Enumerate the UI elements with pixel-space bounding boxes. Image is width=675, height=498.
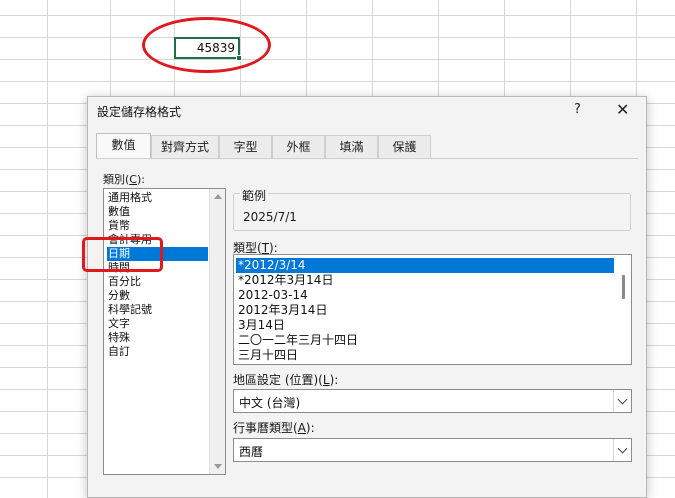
type-scrollbar[interactable] bbox=[615, 255, 631, 364]
sample-value: 2025/7/1 bbox=[243, 210, 297, 224]
scroll-down-icon[interactable] bbox=[214, 464, 222, 469]
tab-border[interactable]: 外框 bbox=[272, 135, 325, 158]
tab-font[interactable]: 字型 bbox=[219, 135, 272, 158]
chevron-down-icon bbox=[617, 394, 628, 405]
scroll-up-icon[interactable] bbox=[214, 194, 222, 199]
list-item[interactable]: 2012年3月14日 bbox=[236, 303, 614, 318]
locale-select[interactable]: 中文 (台灣) bbox=[233, 389, 632, 413]
category-scrollbar[interactable] bbox=[209, 189, 225, 474]
annotation-rectangle bbox=[82, 237, 163, 272]
list-item[interactable]: 文字 bbox=[107, 317, 208, 331]
help-button[interactable]: ? bbox=[574, 102, 581, 117]
dialog-titlebar: 設定儲存格格式 ? ✕ bbox=[88, 97, 646, 125]
locale-value: 中文 (台灣) bbox=[239, 396, 301, 410]
tab-protection[interactable]: 保護 bbox=[378, 135, 431, 158]
list-item[interactable]: 科學記號 bbox=[107, 303, 208, 317]
locale-label: 地區設定 (位置)(L): bbox=[233, 373, 339, 387]
list-item-selected[interactable]: *2012/3/14 bbox=[236, 258, 614, 273]
list-item[interactable]: 百分比 bbox=[107, 275, 208, 289]
dropdown-button[interactable] bbox=[613, 390, 631, 412]
calendar-select[interactable]: 西曆 bbox=[233, 438, 632, 462]
dialog-title: 設定儲存格格式 bbox=[97, 105, 182, 119]
list-item[interactable]: 自訂 bbox=[107, 345, 208, 359]
grid-line bbox=[0, 37, 675, 38]
category-list[interactable]: 通用格式 數值 貨幣 會計專用 日期 時間 百分比 分數 科學記號 文字 特殊 … bbox=[103, 188, 226, 475]
calendar-label: 行事曆類型(A): bbox=[233, 421, 315, 435]
category-label: 類別(C): bbox=[103, 173, 145, 186]
grid-line bbox=[0, 81, 675, 82]
dropdown-button[interactable] bbox=[613, 439, 631, 461]
close-button[interactable]: ✕ bbox=[616, 100, 629, 119]
list-item[interactable]: 貨幣 bbox=[107, 219, 208, 233]
list-item[interactable]: *2012年3月14日 bbox=[236, 273, 614, 288]
sample-label: 範例 bbox=[240, 187, 269, 204]
list-item[interactable]: 2012-03-14 bbox=[236, 288, 614, 303]
type-list[interactable]: *2012/3/14 *2012年3月14日 2012-03-14 2012年3… bbox=[233, 254, 632, 365]
list-item[interactable]: 通用格式 bbox=[107, 191, 208, 205]
chevron-down-icon bbox=[617, 443, 628, 454]
tab-panel-border bbox=[96, 158, 638, 159]
grid-line bbox=[0, 59, 675, 60]
tab-alignment[interactable]: 對齊方式 bbox=[151, 135, 219, 158]
list-item[interactable]: 三月十四日 bbox=[236, 348, 614, 363]
list-item[interactable]: 特殊 bbox=[107, 331, 208, 345]
annotation-ellipse bbox=[142, 17, 271, 73]
list-item[interactable]: 二〇一二年三月十四日 bbox=[236, 333, 614, 348]
list-item[interactable]: 3月14日 bbox=[236, 318, 614, 333]
scroll-thumb[interactable] bbox=[622, 275, 625, 299]
grid-line bbox=[0, 15, 675, 16]
tab-fill[interactable]: 填滿 bbox=[325, 135, 378, 158]
grid-line bbox=[47, 0, 48, 498]
list-item[interactable]: 數值 bbox=[107, 205, 208, 219]
format-cells-dialog: 設定儲存格格式 ? ✕ 數值 對齊方式 字型 外框 填滿 保護 類別(C): 通… bbox=[87, 96, 647, 498]
calendar-value: 西曆 bbox=[239, 445, 264, 459]
list-item[interactable]: 分數 bbox=[107, 289, 208, 303]
tab-number[interactable]: 數值 bbox=[96, 133, 151, 158]
